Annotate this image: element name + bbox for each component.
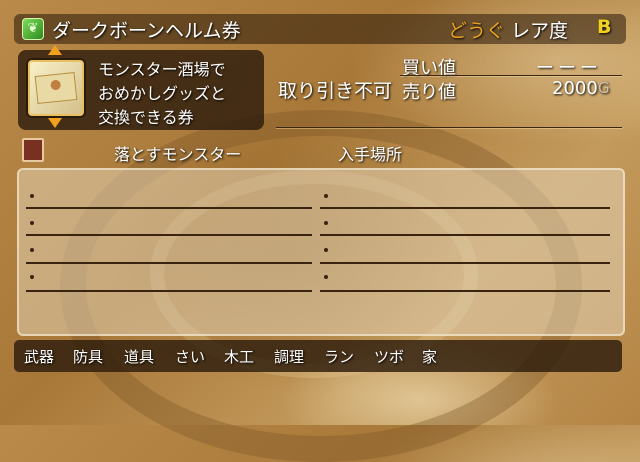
info-divider bbox=[276, 127, 622, 128]
buy-price-label: 買い値 bbox=[402, 58, 456, 79]
list-item-bullet bbox=[30, 221, 34, 225]
rarity-label: レア度 bbox=[511, 20, 569, 42]
drop-row-1 bbox=[26, 207, 312, 209]
description-line-3: 交換できる券 bbox=[98, 108, 194, 127]
category-tab-bar bbox=[14, 340, 622, 372]
tab-lamp[interactable]: ラン bbox=[324, 346, 354, 367]
list-item-bullet bbox=[324, 194, 328, 198]
leaf-icon: ❦ bbox=[22, 18, 44, 40]
list-item-bullet bbox=[324, 221, 328, 225]
rarity-value: B bbox=[597, 16, 612, 38]
location-row-3 bbox=[320, 262, 610, 264]
location-row-2 bbox=[320, 234, 610, 236]
list-item-bullet bbox=[324, 275, 328, 279]
tab-items[interactable]: 道具 bbox=[124, 346, 154, 367]
book-icon[interactable] bbox=[22, 138, 44, 162]
list-item-bullet bbox=[324, 248, 328, 252]
trade-status: 取り引き不可 bbox=[278, 80, 393, 102]
location-row-4 bbox=[320, 290, 610, 292]
tab-armor[interactable]: 防具 bbox=[73, 346, 103, 367]
tab-weapons[interactable]: 武器 bbox=[24, 346, 54, 367]
scroll-down-arrow-icon[interactable] bbox=[48, 118, 62, 128]
sell-price-label: 売り値 bbox=[402, 82, 456, 103]
list-item-bullet bbox=[30, 194, 34, 198]
ticket-icon bbox=[28, 60, 84, 116]
scroll-up-arrow-icon[interactable] bbox=[48, 45, 62, 55]
tab-house[interactable]: 家 bbox=[422, 346, 437, 367]
drop-row-4 bbox=[26, 290, 312, 292]
list-item-bullet bbox=[30, 275, 34, 279]
tab-sewing[interactable]: さい bbox=[175, 346, 205, 367]
location-row-1 bbox=[320, 207, 610, 209]
drops-header: 落とすモンスター bbox=[114, 145, 242, 164]
description-line-2: おめかしグッズと bbox=[98, 84, 227, 103]
sell-price-value: 2000 bbox=[552, 78, 598, 99]
drop-row-2 bbox=[26, 234, 312, 236]
tab-cooking[interactable]: 調理 bbox=[274, 346, 304, 367]
drop-row-3 bbox=[26, 262, 312, 264]
description-line-1: モンスター酒場で bbox=[98, 60, 226, 79]
item-name: ダークボーンヘルム券 bbox=[52, 20, 241, 42]
price-divider bbox=[400, 75, 622, 76]
locations-header: 入手場所 bbox=[338, 145, 403, 164]
tab-woodwork[interactable]: 木工 bbox=[224, 346, 254, 367]
acquisition-list-panel bbox=[17, 168, 625, 336]
currency-unit: G bbox=[598, 79, 610, 97]
tab-pottery[interactable]: ツボ bbox=[374, 346, 404, 367]
item-category: どうぐ bbox=[448, 20, 506, 42]
list-item-bullet bbox=[30, 248, 34, 252]
buy-price-value: ーーー bbox=[536, 58, 602, 79]
